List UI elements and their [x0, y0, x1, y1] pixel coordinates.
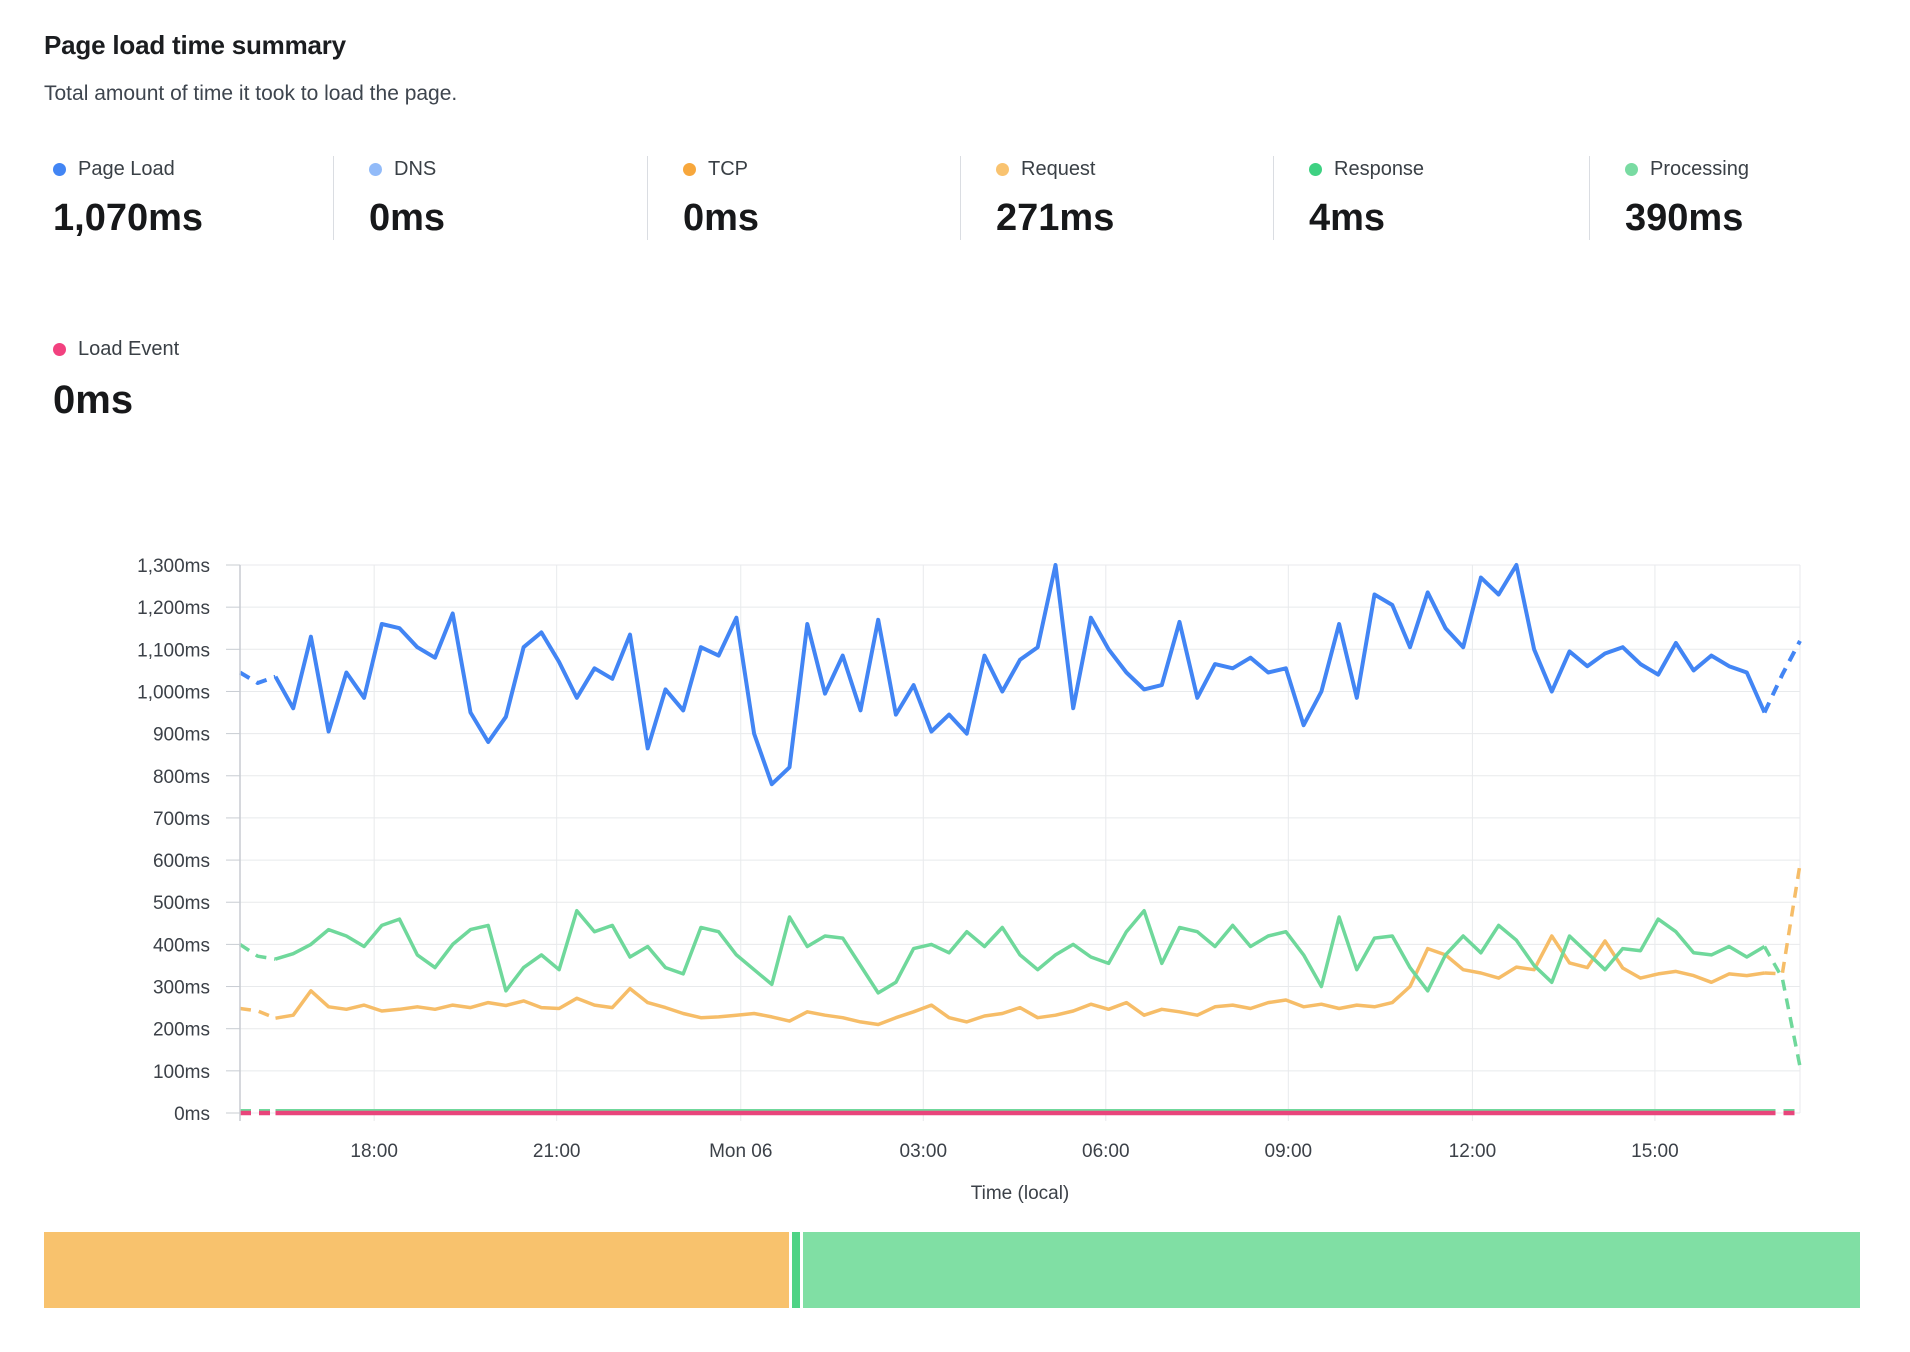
- svg-text:300ms: 300ms: [153, 978, 210, 999]
- response-legend-dot: [1309, 163, 1322, 176]
- svg-text:1,000ms: 1,000ms: [137, 682, 210, 703]
- svg-text:12:00: 12:00: [1449, 1141, 1497, 1162]
- metric-value: 0ms: [369, 197, 647, 240]
- metric-value: 271ms: [996, 197, 1273, 240]
- metrics-row: Page Load 1,070ms DNS 0ms TCP 0ms Request 271ms…: [44, 156, 1866, 240]
- svg-text:700ms: 700ms: [153, 809, 210, 830]
- svg-text:400ms: 400ms: [153, 935, 210, 956]
- metric-label: Page Load: [78, 158, 175, 181]
- metric-value: 0ms: [53, 378, 444, 423]
- metric-page-load: Page Load 1,070ms: [44, 156, 333, 240]
- page-load-legend-dot: [53, 163, 66, 176]
- svg-text:1,300ms: 1,300ms: [137, 556, 210, 577]
- metric-processing: Processing 390ms: [1589, 156, 1866, 240]
- bar-segment-response-share: [792, 1232, 800, 1308]
- load-event-legend-dot: [53, 343, 66, 356]
- request-legend-dot: [996, 163, 1009, 176]
- metric-label: TCP: [708, 158, 748, 181]
- svg-text:1,100ms: 1,100ms: [137, 640, 210, 661]
- svg-text:600ms: 600ms: [153, 851, 210, 872]
- svg-text:06:00: 06:00: [1082, 1141, 1130, 1162]
- processing-legend-dot: [1625, 163, 1638, 176]
- chart-grid: [240, 565, 1800, 1121]
- series-page-load: [240, 565, 1800, 784]
- page-title: Page load time summary: [44, 30, 346, 61]
- metric-response: Response 4ms: [1273, 156, 1589, 240]
- bar-segment-processing-share: [803, 1232, 1860, 1308]
- page-load-time-summary-panel: Page load time summary Total amount of t…: [0, 0, 1910, 1352]
- metric-value: 390ms: [1625, 197, 1866, 240]
- svg-text:21:00: 21:00: [533, 1141, 581, 1162]
- chart-series: [240, 565, 1800, 1113]
- svg-text:500ms: 500ms: [153, 893, 210, 914]
- metric-request: Request 271ms: [960, 156, 1273, 240]
- metric-label: Load Event: [78, 338, 179, 361]
- chart-axes: 0ms 100ms 200ms 300ms 400ms 500ms 600ms 700ms 80…: [137, 556, 1679, 1204]
- svg-text:15:00: 15:00: [1631, 1141, 1679, 1162]
- svg-text:800ms: 800ms: [153, 767, 210, 788]
- svg-text:0ms: 0ms: [174, 1104, 210, 1125]
- metric-value: 4ms: [1309, 197, 1589, 240]
- metric-label: Processing: [1650, 158, 1749, 181]
- page-subtitle: Total amount of time it took to load the…: [44, 82, 457, 106]
- svg-text:09:00: 09:00: [1265, 1141, 1313, 1162]
- dns-legend-dot: [369, 163, 382, 176]
- svg-text:Mon 06: Mon 06: [709, 1141, 772, 1162]
- metrics-row-2: Load Event 0ms: [44, 336, 444, 423]
- svg-text:900ms: 900ms: [153, 725, 210, 746]
- load-time-chart[interactable]: 0ms 100ms 200ms 300ms 400ms 500ms 600ms 700ms 80…: [44, 540, 1866, 1230]
- svg-text:03:00: 03:00: [900, 1141, 948, 1162]
- metric-label: Response: [1334, 158, 1424, 181]
- metric-label: Request: [1021, 158, 1096, 181]
- metric-load-event: Load Event 0ms: [44, 336, 444, 423]
- svg-text:1,200ms: 1,200ms: [137, 598, 210, 619]
- svg-text:200ms: 200ms: [153, 1020, 210, 1041]
- phase-distribution-bar: [44, 1232, 1866, 1308]
- series-processing: [240, 911, 1800, 1067]
- load-time-chart-svg[interactable]: 0ms 100ms 200ms 300ms 400ms 500ms 600ms 700ms 80…: [44, 540, 1866, 1230]
- tcp-legend-dot: [683, 163, 696, 176]
- svg-text:18:00: 18:00: [350, 1141, 398, 1162]
- bar-segment-request-share: [44, 1232, 789, 1308]
- metric-label: DNS: [394, 158, 436, 181]
- svg-text:Time (local): Time (local): [971, 1183, 1070, 1204]
- metric-tcp: TCP 0ms: [647, 156, 960, 240]
- metric-dns: DNS 0ms: [333, 156, 647, 240]
- svg-text:100ms: 100ms: [153, 1062, 210, 1083]
- metric-value: 1,070ms: [53, 197, 333, 240]
- metric-value: 0ms: [683, 197, 960, 240]
